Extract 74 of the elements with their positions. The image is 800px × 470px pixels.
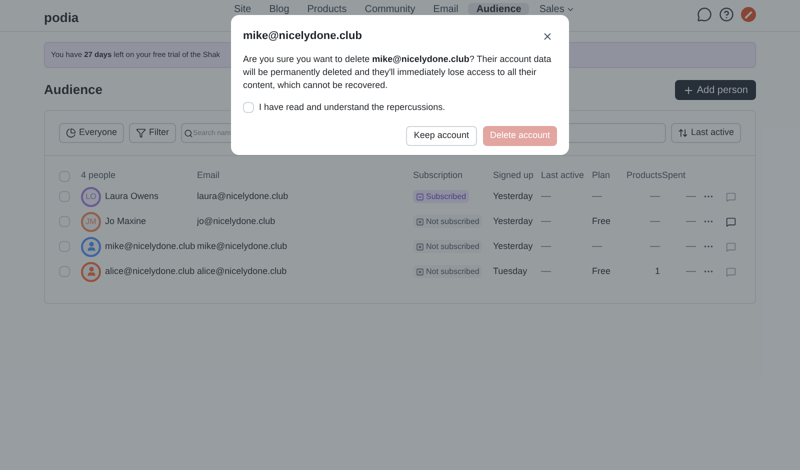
confirm-checkbox[interactable] xyxy=(243,102,254,113)
column-header: Plan xyxy=(592,169,612,182)
page-title: Audience xyxy=(44,81,103,100)
signed-up-cell-text: Yesterday xyxy=(493,190,534,203)
pie-chart-icon xyxy=(66,128,76,138)
column-header: Products xyxy=(626,169,662,182)
filter-icon xyxy=(136,128,146,138)
spent-cell-text: — xyxy=(686,265,696,279)
sort-icon xyxy=(678,128,688,138)
products-cell-text: — xyxy=(650,215,661,229)
person-name: mike@nicelydone.club xyxy=(105,240,196,253)
person-name: alice@nicelydone.club xyxy=(105,264,195,278)
spent-cell-text: — xyxy=(686,240,696,254)
nav-tab[interactable]: Audience xyxy=(468,3,530,15)
subscription-badge: Not subscribed xyxy=(413,215,482,228)
filter-button[interactable]: Filter xyxy=(129,123,176,143)
message-icon[interactable] xyxy=(726,216,736,226)
nav-tab[interactable]: Email xyxy=(425,3,466,15)
email-cell-text: laura@nicelydone.club xyxy=(197,190,290,203)
person-name: Jo Maxine xyxy=(105,214,146,228)
products-cell-text: 1 xyxy=(654,264,661,278)
column-header: 4 people xyxy=(81,169,117,182)
nav-tab[interactable]: Products xyxy=(299,3,355,15)
signed-up-cell-text: Tuesday xyxy=(493,264,528,278)
last-active-cell-text: — xyxy=(541,265,552,279)
avatar: LO xyxy=(81,186,101,206)
keep-account-button[interactable]: Keep account xyxy=(406,126,477,146)
signed-up-cell-text: Yesterday xyxy=(493,214,534,228)
x-icon xyxy=(416,242,424,250)
dialog-message: Are you sure you want to delete mike@nicelydone.club? Their account data will be permanently deleted and they'll immediately lose access to all their content, which cannot be recovered. xyxy=(243,52,552,92)
confirm-label: I have read and understand the repercussions. xyxy=(259,100,446,114)
products-cell-text: — xyxy=(650,240,661,254)
column-header: Signed up xyxy=(493,169,535,182)
subscription-badge: Not subscribed xyxy=(413,240,482,253)
plan-cell-text: — xyxy=(592,240,603,254)
avatar: JM xyxy=(81,212,101,232)
logo[interactable]: podia xyxy=(44,8,226,28)
last-active-cell-text: — xyxy=(541,215,552,229)
subscription-badge: Subscribed xyxy=(413,190,470,203)
email-cell-text: alice@nicelydone.club xyxy=(197,264,288,278)
spent-cell-text: — xyxy=(686,215,696,229)
nav-tab[interactable]: Blog xyxy=(261,3,298,15)
plan-cell-text: Free xyxy=(592,214,612,228)
plan-cell-text: — xyxy=(592,190,603,204)
person-name: Laura Owens xyxy=(105,190,159,203)
close-icon[interactable] xyxy=(542,30,553,42)
column-header: Subscription xyxy=(413,169,464,182)
last-active-cell-text: — xyxy=(541,240,552,254)
column-header: Spent xyxy=(662,169,687,182)
check-icon xyxy=(416,192,424,200)
x-icon xyxy=(416,268,424,276)
x-icon xyxy=(416,218,424,226)
column-header: Email xyxy=(197,169,221,182)
email-cell-text: mike@nicelydone.club xyxy=(197,240,288,253)
search-icon xyxy=(184,128,194,138)
dialog-title: mike@nicelydone.club xyxy=(243,29,362,44)
signed-up-cell-text: Yesterday xyxy=(493,240,534,253)
chat-icon[interactable] xyxy=(697,7,712,22)
account-avatar[interactable] xyxy=(741,7,756,22)
nav-tab[interactable]: Site xyxy=(226,3,260,15)
help-icon[interactable] xyxy=(719,7,734,22)
last-active-cell-text: — xyxy=(541,190,552,204)
segment-button[interactable]: Everyone xyxy=(59,123,124,143)
column-header: Last active xyxy=(541,169,586,182)
products-cell-text: — xyxy=(650,190,661,204)
plus-icon xyxy=(682,84,694,96)
nav-tab[interactable]: Sales xyxy=(531,3,584,15)
add-person-button[interactable]: Add person xyxy=(674,80,756,100)
email-cell-text: jo@nicelydone.club xyxy=(197,214,276,228)
subscription-badge: Not subscribed xyxy=(413,265,482,278)
plan-cell-text: Free xyxy=(592,264,612,278)
sort-button[interactable]: Last active xyxy=(670,123,741,143)
spent-cell-text: — xyxy=(686,190,696,204)
nav-tab[interactable]: Community xyxy=(356,3,424,15)
